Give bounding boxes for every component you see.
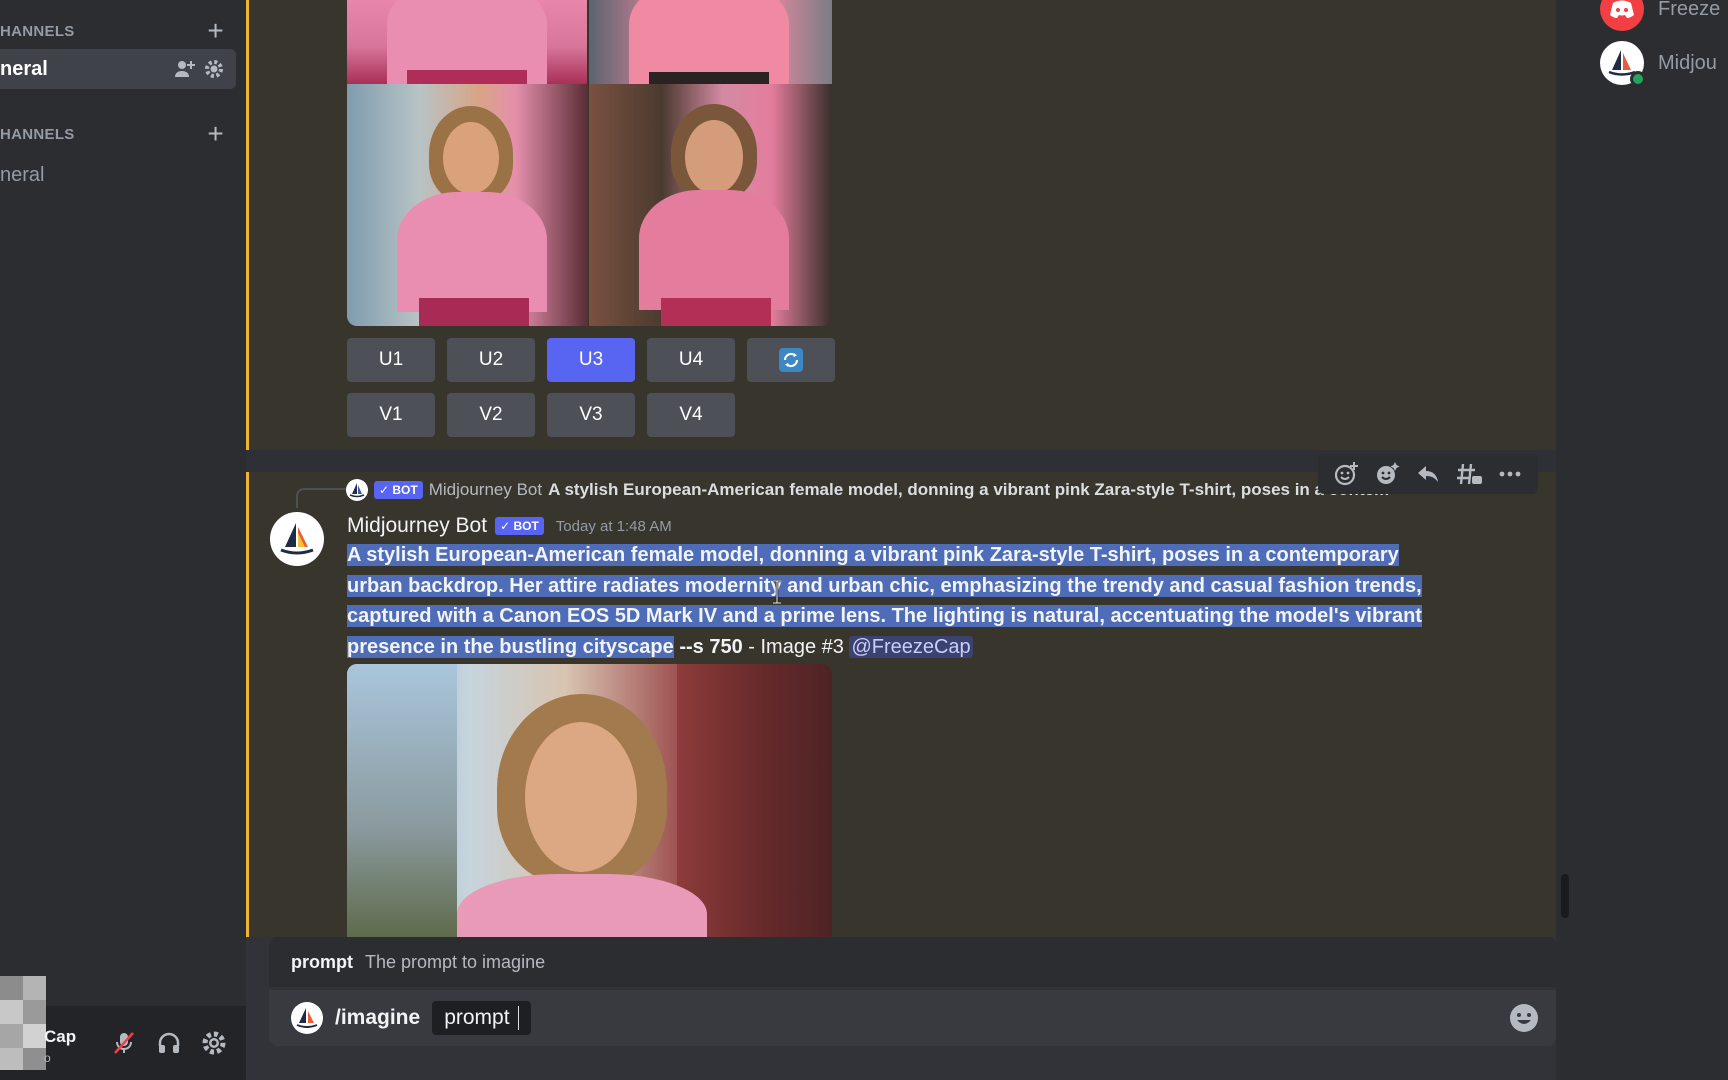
upscale-1-button[interactable]: U1 — [347, 338, 435, 382]
image-index: - Image #3 — [742, 635, 850, 658]
headphones-icon[interactable] — [156, 1030, 182, 1056]
grid-image-1[interactable] — [347, 0, 588, 84]
variation-3-button[interactable]: V3 — [547, 393, 635, 437]
message-line: captured with a Canon EOS 5D Mark IV and… — [347, 605, 1422, 627]
variation-4-button[interactable]: V4 — [647, 393, 735, 437]
category-text-channels[interactable]: HANNELS + — [0, 17, 246, 45]
author-avatar[interactable] — [270, 512, 324, 566]
member-item[interactable]: Midjou — [1600, 40, 1717, 87]
option-name: prompt — [291, 951, 353, 972]
microphone-muted-icon[interactable] — [111, 1030, 137, 1056]
member-item[interactable]: Freeze — [1600, 0, 1720, 32]
user-mention[interactable]: @FreezeCap — [849, 635, 973, 658]
reply-connector — [296, 488, 346, 508]
reply-author[interactable]: Midjourney Bot — [429, 480, 542, 500]
reply-icon[interactable] — [1414, 460, 1442, 488]
grid-image-3[interactable] — [347, 84, 588, 326]
emoji-picker-icon[interactable] — [1508, 1002, 1540, 1034]
create-channel-icon[interactable]: + — [207, 17, 224, 45]
member-name: Freeze — [1658, 0, 1721, 20]
command-option-hint: prompt The prompt to imagine — [269, 937, 1556, 987]
user-status: o — [44, 1051, 51, 1065]
username: Cap — [44, 1027, 77, 1046]
option-label: prompt — [444, 1006, 510, 1029]
command-option-field[interactable]: prompt — [432, 1001, 531, 1035]
discord-logo-icon — [1610, 0, 1634, 18]
create-thread-icon[interactable] — [1455, 460, 1483, 488]
scrollbar-thumb[interactable] — [1561, 874, 1569, 918]
super-reaction-icon[interactable] — [1373, 460, 1401, 488]
prompt-flags: --s 750 — [679, 635, 743, 658]
message-line: urban backdrop. Her attire radiates mode… — [347, 574, 1422, 597]
grid-image-4[interactable] — [589, 84, 832, 326]
gear-icon[interactable] — [204, 59, 224, 79]
add-member-icon[interactable] — [174, 59, 196, 79]
user-settings-gear-icon[interactable] — [201, 1030, 227, 1056]
reroll-button[interactable] — [747, 338, 835, 382]
channel-label: neral — [0, 163, 45, 186]
text-cursor-icon — [773, 580, 781, 604]
message-line: presence in the bustling cityscape — [347, 635, 674, 658]
create-channel-icon[interactable]: + — [207, 120, 224, 148]
bot-badge: ✓ BOT — [374, 481, 423, 499]
channel-sidebar: HANNELS + neral HANNELS + neral Cap o — [0, 0, 246, 1080]
timestamp: Today at 1:48 AM — [555, 517, 672, 535]
text-caret — [517, 1006, 519, 1030]
channel-item-general[interactable]: neral — [0, 49, 236, 89]
reply-preview[interactable]: ✓ BOT Midjourney Bot A stylish European-… — [346, 478, 1456, 502]
message-input[interactable]: /imagine prompt — [269, 990, 1556, 1046]
sailboat-icon — [280, 523, 314, 555]
channel-label: neral — [0, 57, 48, 80]
message-line: A stylish European-American female model… — [347, 544, 1399, 566]
upscaled-image[interactable] — [347, 664, 832, 937]
refresh-icon — [779, 348, 803, 372]
author-name[interactable]: Midjourney Bot — [347, 514, 487, 538]
discord-window: HANNELS + neral HANNELS + neral Cap o U1… — [0, 0, 1728, 1080]
member-name: Midjou — [1658, 51, 1717, 74]
member-list — [1572, 0, 1728, 1080]
upscale-2-button[interactable]: U2 — [447, 338, 535, 382]
category-label: HANNELS — [0, 22, 75, 40]
reply-avatar — [346, 479, 368, 501]
add-reaction-icon[interactable] — [1332, 460, 1360, 488]
message-content: A stylish European-American female model… — [347, 540, 1467, 662]
mention-highlight-bar — [246, 472, 249, 937]
reply-text: A stylish European-American female model… — [548, 480, 1390, 499]
category-voice-channels[interactable]: HANNELS + — [0, 120, 246, 148]
upscale-4-button[interactable]: U4 — [647, 338, 735, 382]
message-header: Midjourney Bot ✓ BOT Today at 1:48 AM — [347, 512, 672, 540]
online-status-dot — [1630, 71, 1646, 87]
bot-avatar — [291, 1002, 323, 1034]
upscale-3-button[interactable]: U3 — [547, 338, 635, 382]
member-avatar — [1600, 0, 1644, 31]
slash-command-name: /imagine — [335, 1006, 421, 1029]
mention-highlight-bar — [246, 0, 249, 450]
bot-badge: ✓ BOT — [495, 517, 544, 535]
variation-1-button[interactable]: V1 — [347, 393, 435, 437]
sailboat-icon — [296, 1008, 318, 1028]
chat-scrollbar[interactable] — [1556, 0, 1572, 1080]
grid-image-2[interactable] — [589, 0, 832, 84]
sailboat-icon — [349, 483, 365, 498]
category-label: HANNELS — [0, 125, 75, 143]
user-avatar[interactable] — [0, 976, 46, 1070]
member-avatar — [1600, 41, 1646, 87]
message-actions-toolbar — [1318, 454, 1538, 494]
more-icon[interactable] — [1496, 460, 1524, 488]
channel-item-voice-general[interactable]: neral — [0, 155, 44, 195]
variation-2-button[interactable]: V2 — [447, 393, 535, 437]
option-description: The prompt to imagine — [365, 951, 546, 972]
